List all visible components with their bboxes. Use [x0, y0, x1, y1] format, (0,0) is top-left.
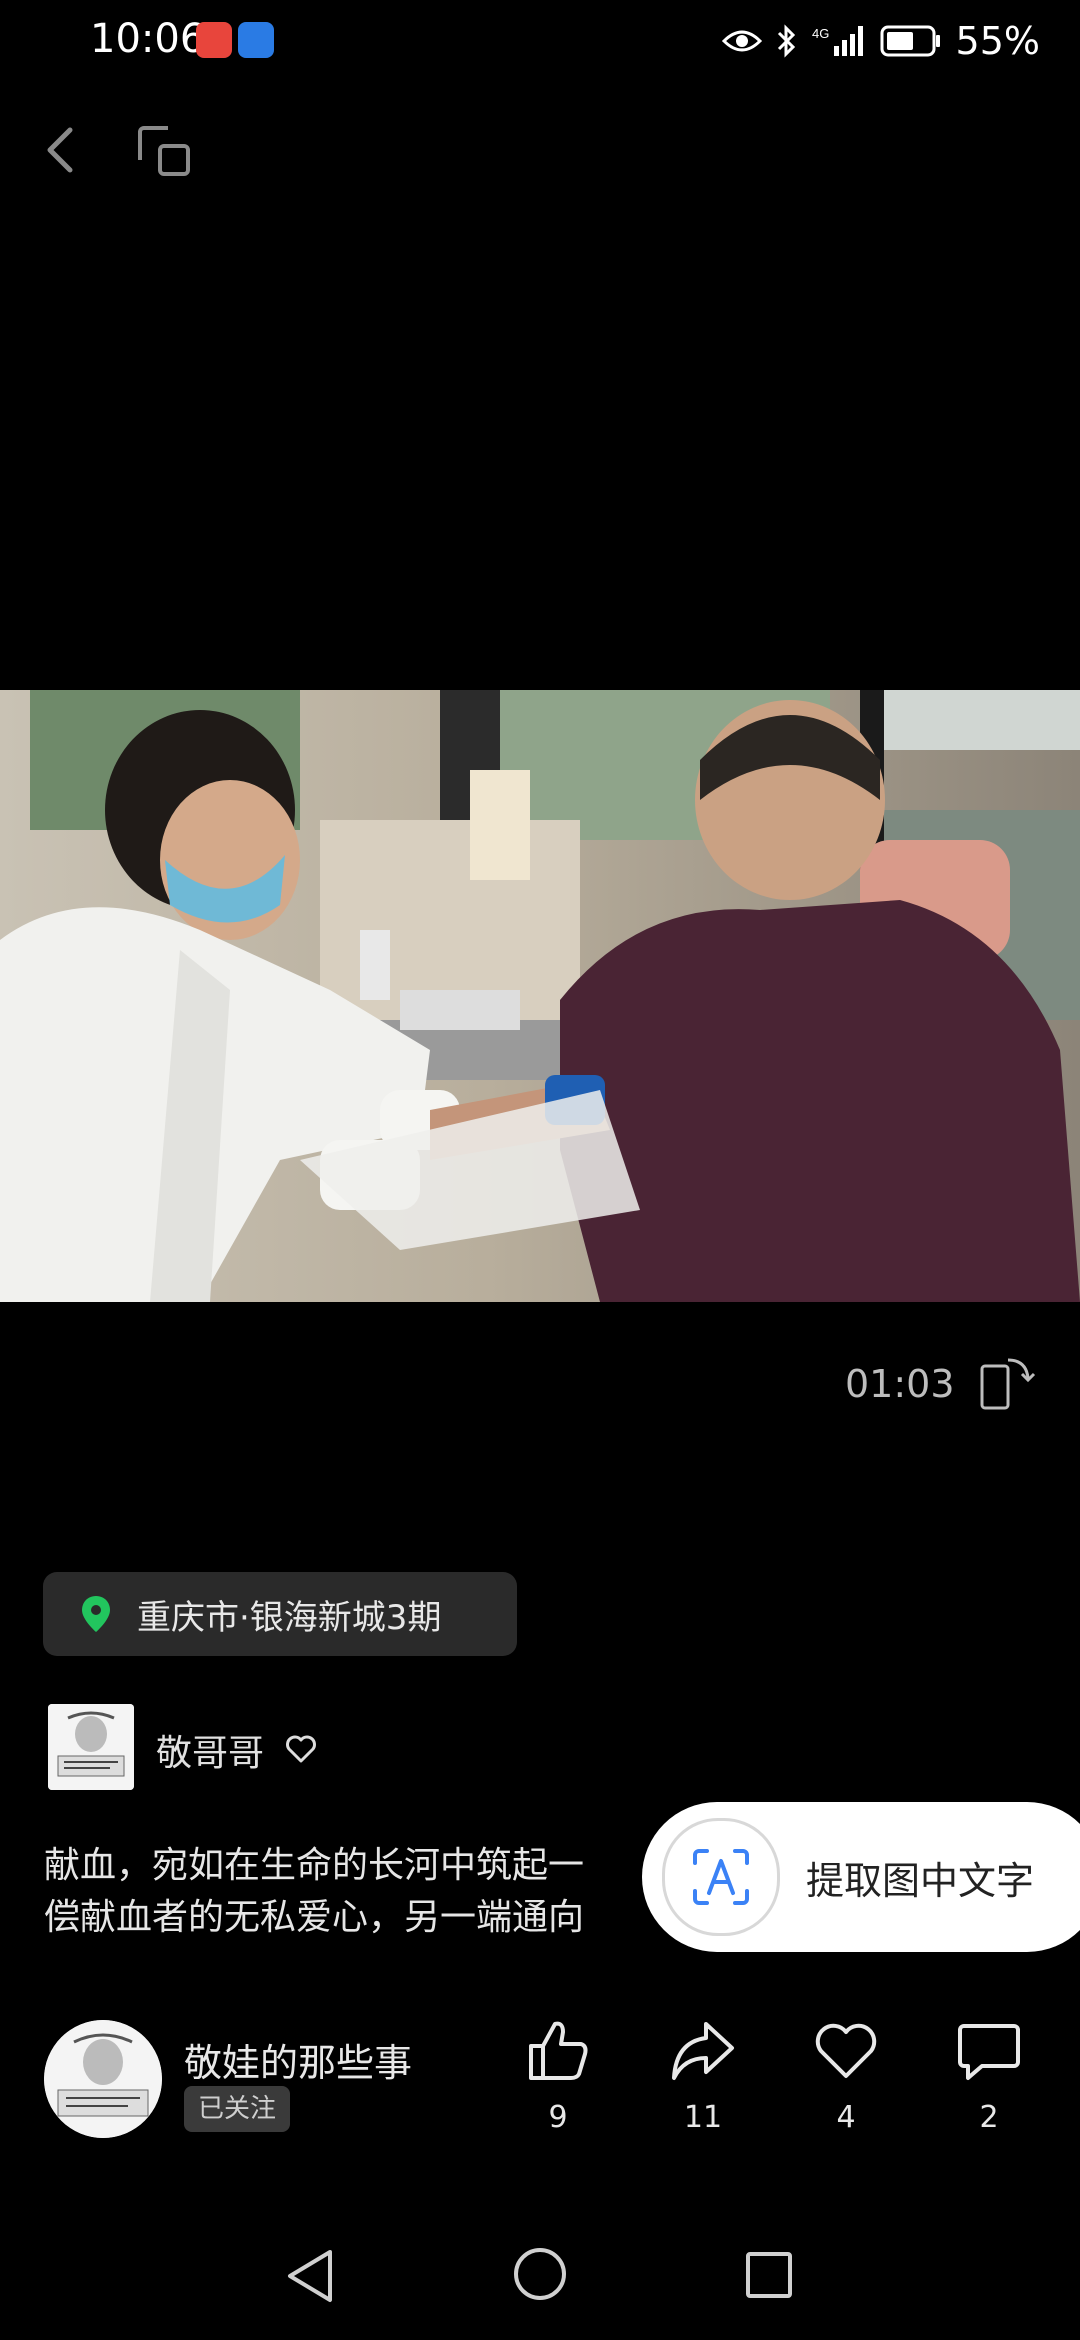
signal-4g-icon: 4G: [812, 26, 863, 56]
avatar-image: [44, 2020, 162, 2138]
post-photo[interactable]: [0, 690, 1080, 1302]
text-scan-icon: [693, 1849, 749, 1905]
share-arrow-icon: [672, 2022, 734, 2080]
circle-home-icon: [514, 2248, 566, 2300]
avatar-image: [48, 1704, 134, 1790]
comment-button[interactable]: 2: [934, 2016, 1044, 2135]
video-timecode: 01:03: [845, 1362, 955, 1406]
map-pin-icon: [82, 1596, 110, 1632]
status-time: 10:06: [90, 16, 206, 62]
battery-percent: 55%: [955, 19, 1040, 63]
thumbs-up-icon: [529, 2021, 588, 2080]
chevron-left-icon: [47, 127, 73, 173]
account-avatar[interactable]: [44, 2020, 162, 2138]
account-name[interactable]: 敬娃的那些事: [184, 2032, 412, 2087]
floating-window-button[interactable]: [132, 118, 196, 182]
blood-donation-photo: [0, 690, 1080, 1302]
location-chip[interactable]: 重庆市·银海新城3期: [43, 1572, 517, 1656]
like-button[interactable]: 9: [503, 2016, 613, 2135]
bluetooth-icon: [777, 24, 795, 58]
status-bar: 10:06 4G 55%: [0, 0, 1080, 84]
follow-heart-button[interactable]: [284, 1732, 318, 1766]
browser-app-icon: [238, 22, 274, 58]
following-status-badge[interactable]: 已关注: [184, 2086, 291, 2132]
rotate-screen-button[interactable]: [978, 1352, 1036, 1412]
author-avatar[interactable]: [48, 1704, 134, 1790]
comment-count: 2: [979, 2100, 999, 2135]
extract-text-button[interactable]: 提取图中文字: [642, 1802, 1080, 1952]
favorite-count: 4: [836, 2100, 856, 2135]
system-back-button[interactable]: [280, 2244, 340, 2308]
battery-icon: [880, 25, 940, 57]
like-count: 9: [548, 2100, 568, 2135]
triangle-back-icon: [288, 2250, 332, 2302]
svg-text:4G: 4G: [812, 26, 829, 41]
heart-icon: [815, 2023, 877, 2078]
system-recent-apps-button[interactable]: [744, 2250, 794, 2300]
back-button[interactable]: [30, 118, 94, 182]
floating-window-icon: [138, 126, 190, 176]
extract-text-label: 提取图中文字: [806, 1858, 1035, 1903]
share-count: 11: [683, 2100, 723, 2135]
author-name[interactable]: 敬哥哥: [156, 1724, 264, 1776]
rotate-screen-icon: [980, 1358, 1036, 1410]
system-home-button[interactable]: [510, 2244, 570, 2304]
huawei-app-icon: [196, 22, 232, 58]
square-recent-icon: [746, 2252, 792, 2298]
share-button[interactable]: 11: [648, 2016, 758, 2135]
favorite-button[interactable]: 4: [791, 2016, 901, 2135]
extract-icon-container: [662, 1818, 780, 1936]
comment-bubble-icon: [958, 2024, 1020, 2080]
heart-outline-icon: [286, 1735, 316, 1763]
eye-icon: [721, 30, 762, 52]
location-text: 重庆市·银海新城3期: [137, 1597, 442, 1638]
status-indicators: 4G 55%: [721, 16, 1040, 66]
